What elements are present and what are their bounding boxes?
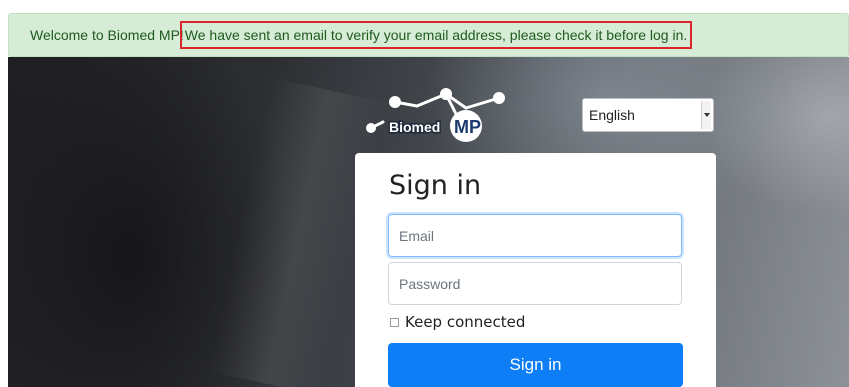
password-input[interactable] <box>388 262 682 305</box>
logo-word: Biomed <box>389 119 440 135</box>
molecule-logo-icon: Biomed MP <box>366 88 505 142</box>
success-alert: Welcome to Biomed MP!We have sent an ema… <box>8 13 849 57</box>
keep-connected-label: Keep connected <box>405 313 526 331</box>
signin-card: Sign in Keep connected Sign in <box>355 153 716 387</box>
page: Welcome to Biomed MP!We have sent an ema… <box>0 0 849 387</box>
dropdown-arrow-icon[interactable] <box>701 101 711 129</box>
signin-button[interactable]: Sign in <box>388 343 683 387</box>
signin-title: Sign in <box>389 170 482 201</box>
language-selected-value: English <box>589 107 635 123</box>
alert-welcome-text: Welcome to Biomed MP! <box>30 27 184 43</box>
checkbox-icon[interactable] <box>390 317 399 327</box>
logo-badge: MP <box>454 117 481 137</box>
keep-connected-option[interactable]: Keep connected <box>390 312 525 332</box>
email-input[interactable] <box>388 214 682 257</box>
alert-verify-message: We have sent an email to verify your ema… <box>179 21 693 49</box>
biomed-mp-logo[interactable]: Biomed MP <box>361 84 511 144</box>
language-select[interactable]: English <box>582 98 714 132</box>
